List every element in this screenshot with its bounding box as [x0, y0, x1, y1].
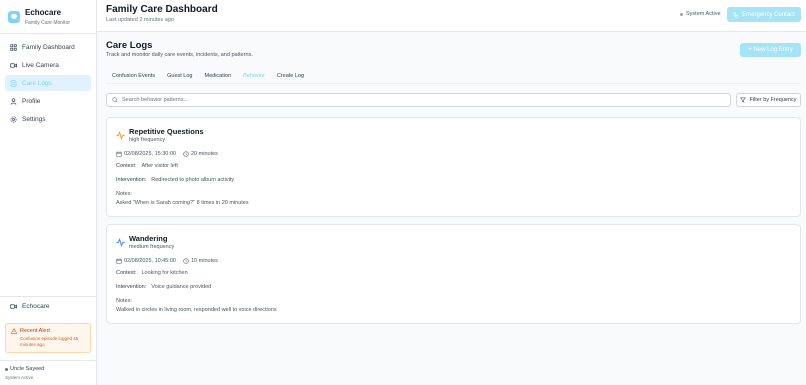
card-meta: 02/08/2025, 10:45:00 10 minutes — [116, 258, 218, 264]
tab-medication[interactable]: Medication — [199, 68, 238, 84]
search-icon — [112, 97, 118, 103]
sidebar-item-live-camera[interactable]: Live Camera — [5, 57, 91, 73]
status-dot — [680, 12, 683, 16]
notes-value: Walked in circles in living room, respon… — [116, 307, 277, 313]
divider — [0, 33, 96, 34]
heart-logo-icon — [8, 11, 20, 23]
intervention-label: Intervention: — [116, 284, 147, 290]
tab-behavior[interactable]: Behavior — [237, 68, 271, 84]
intervention-value: Redirected to photo album activity — [151, 177, 235, 183]
grid-icon — [10, 43, 17, 51]
brand-subtitle: Family Care Monitor — [25, 20, 71, 26]
search-input[interactable] — [122, 97, 672, 103]
sidebar-item-family-dashboard[interactable]: Family Dashboard — [5, 39, 91, 55]
notes-label: Notes: — [116, 298, 132, 304]
brand-name: Echocare — [25, 8, 62, 17]
sidebar-item-label: Live Camera — [22, 61, 59, 69]
new-log-entry-button[interactable]: + New Log Entry — [740, 43, 801, 57]
calendar-icon — [116, 258, 122, 264]
emergency-contact-button[interactable]: Emergency Contact — [727, 7, 801, 22]
tab-confusion-events[interactable]: Confusion Events — [106, 68, 161, 84]
log-duration: 10 minutes — [191, 258, 218, 264]
notes-label: Notes: — [116, 191, 132, 197]
divider — [0, 296, 96, 297]
context-label: Context: — [116, 270, 137, 276]
log-date: 02/08/2025, 10:45:00 — [124, 258, 176, 264]
system-status: System Active — [680, 11, 721, 17]
alert-title: Recent Alert — [20, 328, 50, 334]
log-duration: 20 minutes — [191, 151, 218, 157]
warning-icon — [11, 328, 17, 334]
behavior-title: Wandering — [129, 234, 168, 243]
alert-title-row: Recent Alert — [11, 328, 85, 334]
user-icon — [10, 98, 17, 105]
sidebar-nav: Family Dashboard Live Camera Care Logs P… — [5, 39, 91, 130]
brand[interactable]: Echocare Family Care Monitor — [8, 8, 70, 26]
activity-icon — [116, 238, 125, 247]
intervention-value: Voice guidance provided — [151, 284, 212, 290]
log-date: 02/08/2025, 15:30:00 — [124, 151, 176, 157]
context-row: Context: After visitor left — [116, 163, 178, 169]
card-meta: 02/08/2025, 15:30:00 20 minutes — [116, 151, 218, 157]
filter-label: Filter by Frequency — [749, 97, 797, 103]
frequency-label: medium frequency — [129, 244, 175, 250]
activity-icon — [116, 131, 125, 140]
notes-value: Asked "When is Sarah coming?" 8 times in… — [116, 200, 249, 206]
intervention-label: Intervention: — [116, 177, 147, 183]
behavior-card[interactable]: Wandering medium frequency 02/08/2025, 1… — [106, 224, 801, 324]
sidebar-item-settings[interactable]: Settings — [5, 112, 91, 128]
sidebar: Echocare Family Care Monitor Family Dash… — [0, 0, 97, 385]
sidebar-brand-label: Echocare — [22, 303, 50, 310]
user-name: Uncle Sayeed — [10, 366, 45, 372]
context-value: After visitor left — [141, 163, 178, 169]
user-row[interactable]: Uncle Sayeed — [5, 366, 44, 372]
frequency-label: high frequency — [129, 137, 166, 143]
sidebar-item-care-logs[interactable]: Care Logs — [5, 75, 91, 92]
care-log-tabs: Confusion Events Guest Log Medication Be… — [106, 68, 310, 84]
tabs-divider — [106, 83, 801, 84]
filter-icon — [740, 97, 747, 103]
status-dot — [5, 367, 8, 371]
behavior-card[interactable]: Repetitive Questions high frequency 02/0… — [106, 117, 801, 217]
search-box[interactable] — [106, 93, 731, 107]
alert-text: Confusion episode logged 45 minutes ago — [20, 336, 79, 347]
context-value: Looking for kitchen — [141, 270, 188, 276]
last-updated: Last updated 2 minutes ago — [106, 17, 174, 23]
section-subtitle: Track and monitor daily care events, inc… — [106, 52, 253, 58]
gear-icon — [10, 116, 17, 123]
sidebar-item-profile[interactable]: Profile — [5, 94, 91, 110]
behavior-title: Repetitive Questions — [129, 127, 204, 136]
clock-icon — [183, 258, 189, 264]
video-icon — [10, 62, 17, 69]
top-header: Family Care Dashboard Last updated 2 min… — [97, 0, 806, 32]
tab-create-log[interactable]: Create Log — [271, 68, 310, 84]
calendar-icon — [116, 151, 122, 157]
section-title: Care Logs — [106, 40, 153, 51]
sidebar-item-label: Settings — [22, 116, 46, 124]
system-status-label: System Active — [686, 11, 721, 17]
intervention-row: Intervention: Voice guidance provided — [116, 284, 211, 290]
page-title: Family Care Dashboard — [106, 4, 218, 15]
video-icon — [10, 303, 17, 310]
sidebar-item-label: Profile — [22, 98, 41, 106]
filter-by-frequency-button[interactable]: Filter by Frequency — [736, 93, 801, 107]
emergency-contact-label: Emergency Contact — [742, 11, 795, 18]
intervention-row: Intervention: Redirected to photo album a… — [116, 177, 234, 183]
phone-icon — [733, 11, 739, 18]
divider — [0, 360, 96, 361]
sidebar-brand-link[interactable]: Echocare — [10, 303, 49, 310]
user-status: System Active — [5, 375, 34, 380]
context-label: Context: — [116, 163, 137, 169]
tab-guest-log[interactable]: Guest Log — [161, 68, 198, 84]
sidebar-item-label: Family Dashboard — [22, 43, 75, 51]
context-row: Context: Looking for kitchen — [116, 270, 188, 276]
recent-alert[interactable]: Recent Alert Confusion episode logged 45… — [5, 323, 91, 353]
file-icon — [10, 80, 17, 87]
clock-icon — [183, 151, 189, 157]
sidebar-item-label: Care Logs — [22, 79, 52, 87]
